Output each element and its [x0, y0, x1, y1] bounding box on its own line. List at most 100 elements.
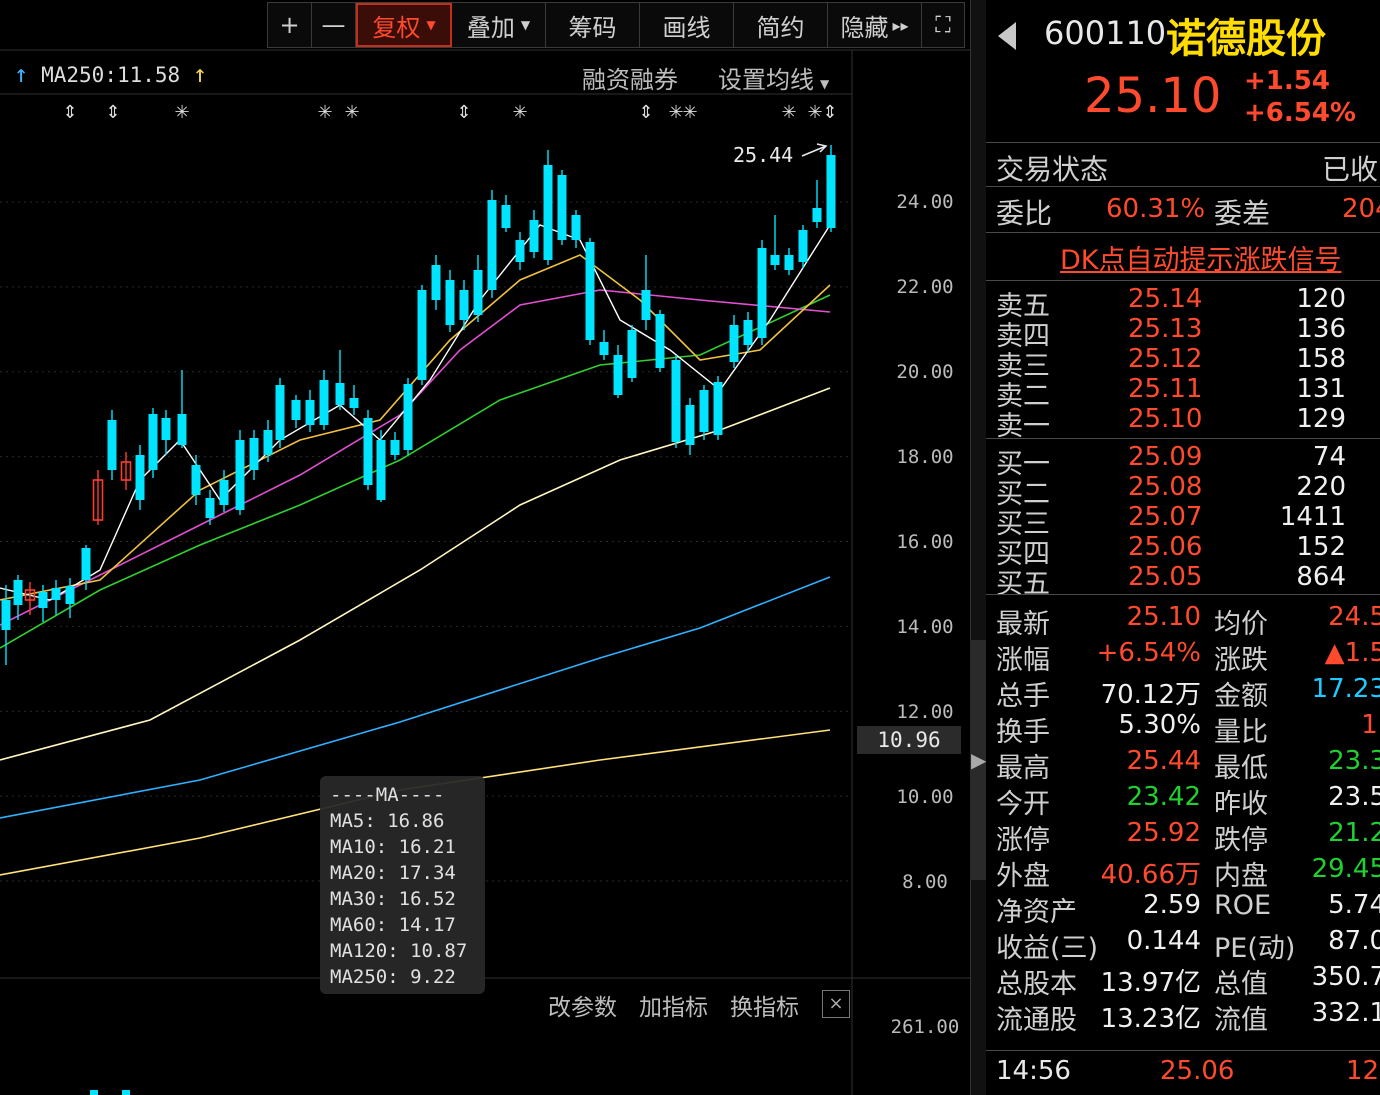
ask-row[interactable]: 卖三 25.12 158: [996, 344, 1380, 382]
edit-params-link[interactable]: 改参数: [548, 988, 617, 1022]
ask-row[interactable]: 卖四 25.13 136: [996, 314, 1380, 352]
ask-row[interactable]: 卖二 25.11 131: [996, 374, 1380, 412]
y-tick-label: 14.00: [896, 616, 954, 638]
quote-value: 2.59: [1143, 890, 1201, 920]
candle-down: [487, 200, 497, 290]
add-indicator-link[interactable]: 加指标: [639, 988, 708, 1022]
candle-down: [135, 455, 145, 500]
ma5-value: MA5: 16.86: [330, 810, 445, 832]
sub-chart-value: 261.00: [890, 1016, 960, 1038]
hide-button[interactable]: 隐藏 ▸▸: [828, 3, 922, 47]
volume-bar: [90, 1090, 98, 1095]
candle-down: [812, 208, 822, 222]
ma30-line: [0, 294, 831, 649]
y-tick-label: 10.00: [896, 786, 954, 808]
draw-line-label: 画线: [662, 13, 711, 42]
quote-value: 23.5: [1328, 782, 1380, 812]
y-tick-label: 22.00: [896, 276, 954, 298]
y-tick-label: 8.00: [902, 871, 948, 893]
quote-value: 13.97亿: [1100, 968, 1201, 998]
high-price-arrow-icon: [801, 145, 827, 157]
candlestick-chart[interactable]: ⇕ ⇕ ✳ ✳ ✳ ⇕ ✳ ⇕ ✳✳ ✳ ✳ ⇕25.44: [0, 0, 970, 1095]
candle-down: [713, 382, 723, 435]
draw-line-button[interactable]: 画线: [640, 3, 734, 47]
bid-row[interactable]: 买三 25.07 1411: [996, 502, 1380, 540]
quote-label: 量比: [1214, 717, 1268, 748]
candle-down: [38, 592, 48, 608]
overlay-dropdown[interactable]: 叠加 ▼: [452, 3, 546, 47]
candle-down: [529, 220, 539, 252]
simple-mode-button[interactable]: 简约: [734, 3, 828, 47]
double-arrow-icon: ▸▸: [892, 15, 909, 35]
bid-volume: 220: [1296, 472, 1346, 502]
signal-marker-icon: ✳: [344, 102, 359, 123]
ask-volume: 158: [1296, 344, 1346, 374]
quote-label: 流通股: [996, 1005, 1077, 1036]
panel-divider: [970, 0, 987, 1095]
quote-value: 17.23: [1311, 674, 1380, 704]
quote-label: 流值: [1214, 1005, 1268, 1036]
current-price: 25.10: [1084, 68, 1222, 124]
margin-trading-link[interactable]: 融资融券: [582, 60, 678, 95]
ma-settings-dropdown[interactable]: 设置均线 ▼: [718, 60, 829, 95]
candle-down: [249, 438, 259, 470]
price-change: +1.54: [1244, 66, 1330, 96]
quote-panel: 600110 诺德股份 25.10 +1.54 +6.54% 交易状态 已收 委…: [986, 0, 1380, 1095]
collapse-panel-handle[interactable]: ▶: [970, 640, 986, 880]
candle-down: [161, 418, 171, 440]
candle-down: [335, 383, 345, 405]
quote-row: 今开 23.42 昨收 23.5: [996, 782, 1380, 820]
switch-indicator-link[interactable]: 换指标: [730, 988, 799, 1022]
bid-row[interactable]: 买五 25.05 864: [996, 562, 1380, 600]
dk-signal-link[interactable]: DK点自动提示涨跌信号: [1060, 238, 1342, 277]
ask-row[interactable]: 卖五 25.14 120: [996, 284, 1380, 322]
bid-price: 25.09: [1128, 442, 1203, 472]
signal-marker-icon: ✳: [682, 102, 697, 123]
chips-button[interactable]: 筹码: [546, 3, 640, 47]
quote-value: 13.23亿: [1100, 1004, 1201, 1034]
quote-label: 最高: [996, 753, 1050, 784]
candle-down: [205, 498, 215, 518]
zoom-in-button[interactable]: +: [268, 3, 312, 47]
chart-pane[interactable]: ⇕ ⇕ ✳ ✳ ✳ ⇕ ✳ ⇕ ✳ ✳ ✳ ✳ ⇕ 25.44 + — 复权 ▼ 叠加 ▼ 筹码 画线 简约 …: [0, 0, 970, 1095]
quote-row: 总手 70.12万 金额 17.23: [996, 674, 1380, 712]
candle-down: [319, 380, 329, 425]
bid-price: 25.07: [1128, 502, 1203, 532]
candle-down: [557, 175, 567, 240]
adjust-rights-dropdown[interactable]: 复权 ▼: [356, 3, 452, 47]
bid-row[interactable]: 买四 25.06 152: [996, 532, 1380, 570]
y-tick-label: 16.00: [896, 531, 954, 553]
ma250-value: MA250: 9.22: [330, 966, 456, 988]
bid-row[interactable]: 买一 25.09 74: [996, 442, 1380, 480]
candle-down: [459, 290, 469, 320]
signal-marker-icon: ✳: [317, 102, 332, 123]
fullscreen-button[interactable]: ⛶: [922, 3, 964, 47]
candle-down: [349, 398, 359, 408]
candle-down: [585, 242, 595, 340]
signal-marker-icon: ⇕: [105, 102, 120, 123]
ma20-line: [0, 289, 831, 626]
quote-label: 昨收: [1214, 789, 1268, 820]
quote-label: 收益(三): [996, 933, 1099, 964]
quote-value: 70.12万: [1100, 680, 1201, 710]
candle-down: [363, 418, 373, 485]
quote-value: 25.44: [1126, 746, 1201, 776]
candle-down: [757, 248, 767, 338]
ask-row[interactable]: 卖一 25.10 129: [996, 404, 1380, 442]
candle-down: [685, 405, 695, 445]
bid-volume: 74: [1312, 442, 1346, 472]
close-icon[interactable]: ×: [822, 990, 850, 1018]
back-icon[interactable]: [998, 22, 1016, 50]
candle-down: [445, 280, 455, 325]
quote-value: 5.30%: [1118, 710, 1201, 740]
zoom-out-button[interactable]: —: [312, 3, 356, 47]
ask-price: 25.14: [1128, 284, 1203, 314]
adjust-rights-label: 复权: [372, 13, 421, 42]
bid-row[interactable]: 买二 25.08 220: [996, 472, 1380, 510]
quote-value: ▲1.5: [1324, 638, 1380, 668]
ask-volume: 131: [1296, 374, 1346, 404]
chevron-right-icon: ▶: [971, 748, 987, 772]
hide-label: 隐藏: [840, 13, 889, 42]
ma10-value: MA10: 16.21: [330, 836, 456, 858]
quote-label: 总手: [996, 681, 1050, 712]
